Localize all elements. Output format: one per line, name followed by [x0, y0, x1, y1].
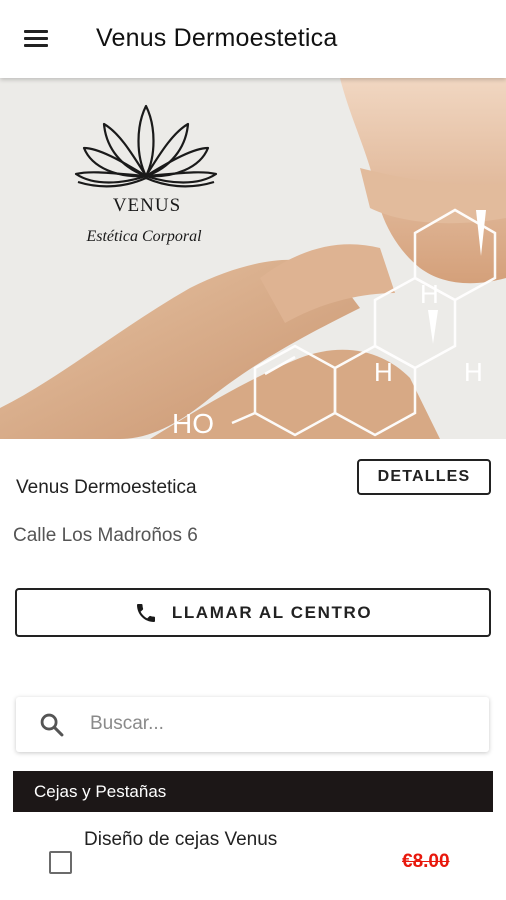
- logo-tagline: Estética Corporal: [85, 228, 202, 245]
- service-checkbox[interactable]: [49, 851, 72, 874]
- service-price: €8.00: [402, 851, 450, 872]
- search-input[interactable]: [90, 709, 470, 739]
- phone-icon: [136, 603, 155, 622]
- page-title: Venus Dermoestetica: [96, 24, 338, 52]
- hero-image: H H H HO VENUS Estética Corporal: [0, 78, 506, 439]
- call-center-button[interactable]: LLAMAR AL CENTRO: [15, 588, 491, 637]
- molecule-label: H: [420, 279, 439, 309]
- hamburger-menu-icon: [24, 30, 48, 33]
- service-name: Diseño de cejas Venus: [84, 829, 278, 850]
- call-center-label: LLAMAR AL CENTRO: [171, 602, 373, 622]
- logo-name: VENUS: [113, 195, 181, 216]
- search-icon[interactable]: [38, 711, 66, 739]
- molecule-label: H: [374, 357, 393, 387]
- menu-button[interactable]: [14, 22, 60, 56]
- category-label: Cejas y Pestañas: [34, 782, 167, 801]
- app-bar: Venus Dermoestetica: [0, 0, 506, 78]
- search-bar: [16, 697, 489, 752]
- molecule-label: HO: [172, 408, 214, 439]
- hero-banner: H H H HO VENUS Estética Corporal: [0, 78, 506, 439]
- details-button[interactable]: DETALLES: [357, 459, 491, 495]
- hamburger-line: [24, 44, 48, 47]
- center-address: Calle Los Madroños 6: [13, 525, 198, 546]
- hamburger-line: [24, 37, 48, 40]
- category-header[interactable]: Cejas y Pestañas: [13, 771, 493, 812]
- center-name: Venus Dermoestetica: [16, 477, 197, 498]
- molecule-label: H: [464, 357, 483, 387]
- service-row[interactable]: Diseño de cejas Venus €8.00: [0, 812, 506, 900]
